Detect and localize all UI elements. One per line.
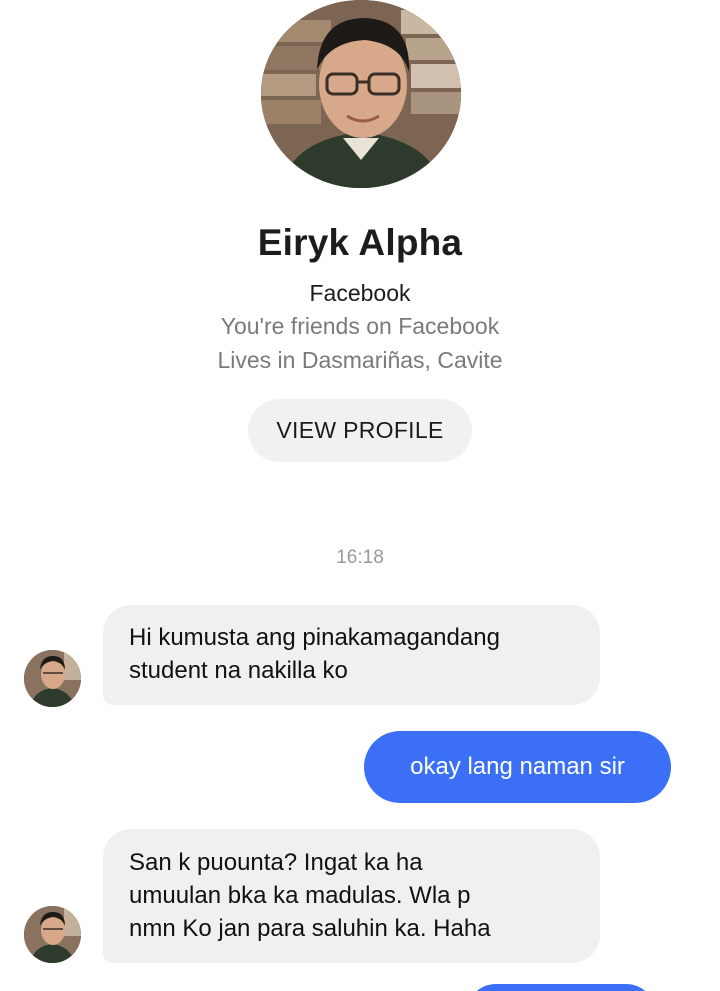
location-text: Lives in Dasmariñas, Cavite [217, 347, 503, 373]
message-text-line: umuulan bka ka madulas. Wla p [129, 882, 471, 909]
friends-status-text: You're friends on Facebook [220, 313, 500, 339]
message-text-line: student na nakilla ko [129, 657, 348, 684]
profile-photo-avatar [261, 0, 461, 188]
view-profile-button[interactable]: VIEW PROFILE [248, 399, 472, 462]
message-text-line: Hi kumusta ang pinakamagandang [129, 624, 500, 651]
message-text: okay lang naman sir [410, 753, 625, 780]
message-text-line: San k puounta? Ingat ka ha [129, 849, 423, 876]
profile-source: Facebook [309, 280, 411, 306]
message-text-line: nmn Ko jan para saluhin ka. Haha [129, 915, 491, 942]
incoming-message-bubble[interactable]: San k puounta? Ingat ka ha umuulan bka k… [103, 829, 600, 963]
profile-name: Eiryk Alpha [257, 222, 463, 263]
sender-avatar-image [24, 650, 81, 707]
message-timestamp: 16:18 [336, 547, 384, 568]
messenger-conversation-screen: Eiryk Alpha Facebook You're friends on F… [0, 0, 720, 991]
sender-avatar[interactable] [24, 906, 81, 963]
sender-avatar[interactable] [24, 650, 81, 707]
outgoing-message-bubble[interactable]: okay lang naman sir [364, 731, 671, 803]
incoming-message-bubble[interactable]: Hi kumusta ang pinakamagandang student n… [103, 605, 600, 705]
sender-avatar-image [24, 906, 81, 963]
outgoing-message-bubble-partial[interactable] [466, 984, 656, 991]
profile-photo-image [261, 0, 461, 188]
